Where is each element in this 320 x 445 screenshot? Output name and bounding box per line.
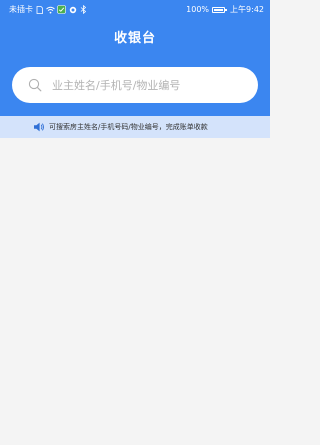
wifi-icon xyxy=(46,5,55,14)
status-time: 上午9:42 xyxy=(230,5,264,14)
notice-text: 可搜索房主姓名/手机号码/物业编号，完成账单收款 xyxy=(49,123,208,131)
speaker-icon xyxy=(33,121,45,133)
battery-percent: 100% xyxy=(186,5,210,14)
page-title: 收银台 xyxy=(113,31,156,46)
cashier-screen: 未插卡 100% 上午9:42 收银台 业主姓名/手机号/物业编号 可搜索房主姓… xyxy=(0,0,270,445)
notice-banner: 可搜索房主姓名/手机号码/物业编号，完成账单收款 xyxy=(0,116,270,138)
status-left: 未插卡 xyxy=(9,4,88,15)
header-bar: 未插卡 100% 上午9:42 收银台 业主姓名/手机号/物业编号 xyxy=(0,0,270,116)
dot-icon xyxy=(68,5,77,14)
app-notification-icon xyxy=(57,5,66,14)
bluetooth-icon xyxy=(79,5,88,14)
search-icon xyxy=(28,78,42,92)
status-right: 100% 上午9:42 xyxy=(186,4,264,15)
status-bar: 未插卡 100% 上午9:42 xyxy=(0,0,270,20)
results-area xyxy=(0,138,270,445)
battery-icon xyxy=(212,6,228,13)
search-input[interactable] xyxy=(52,78,232,92)
search-bar[interactable] xyxy=(12,67,258,103)
carrier-label: 未插卡 xyxy=(9,5,33,14)
sim-icon xyxy=(35,5,44,14)
